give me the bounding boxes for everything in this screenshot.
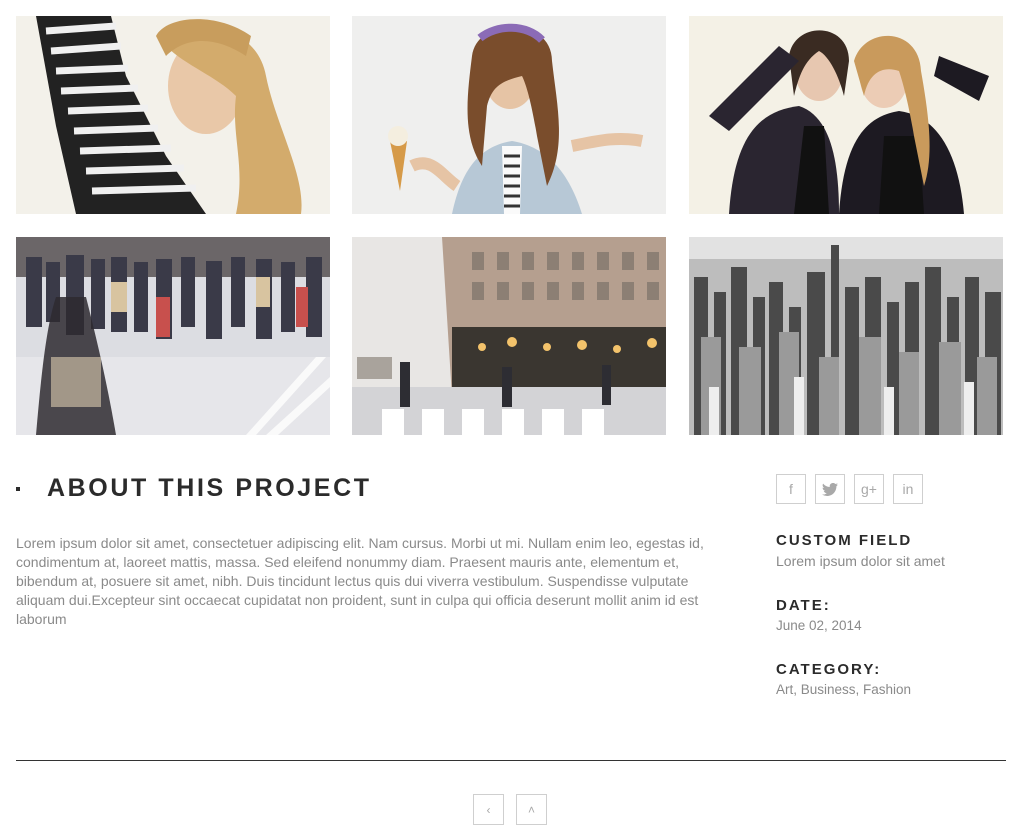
custom-field-value: Lorem ipsum dolor sit amet (776, 553, 945, 569)
googleplus-icon[interactable]: g+ (854, 474, 884, 504)
gallery-image-city-aerial[interactable] (689, 237, 1003, 435)
linkedin-icon[interactable]: in (893, 474, 923, 504)
crowd-image (16, 237, 330, 435)
meta-custom-field: CUSTOM FIELD Lorem ipsum dolor sit amet (776, 532, 1006, 569)
about-project-description: Lorem ipsum dolor sit amet, consectetuer… (16, 535, 704, 627)
ice-cream-image (352, 16, 666, 214)
social-share-buttons: f g+ in (776, 474, 923, 504)
gallery-image-crowd-street[interactable] (16, 237, 330, 435)
city-street-image (352, 237, 666, 435)
gallery-image-portrait-striped-shirt[interactable] (16, 16, 330, 214)
about-project-title: ABOUT THIS PROJECT (47, 474, 372, 502)
facebook-icon[interactable]: f (776, 474, 806, 504)
section-divider (16, 760, 1006, 761)
back-to-portfolio-button[interactable]: ˄ (516, 794, 547, 825)
category-label: CATEGORY: (776, 661, 882, 678)
about-project-heading: ABOUT THIS PROJECT (16, 474, 372, 503)
gallery-image-girl-ice-cream[interactable] (352, 16, 666, 214)
portrait-image (16, 16, 330, 214)
project-gallery (16, 16, 1003, 436)
gallery-image-two-girls[interactable] (689, 16, 1003, 214)
heading-bullet (16, 486, 20, 491)
twitter-icon[interactable] (815, 474, 845, 504)
meta-category: CATEGORY: Art, Business, Fashion (776, 661, 1006, 697)
chevron-up-icon: ˄ (527, 802, 535, 817)
date-label: DATE: (776, 597, 831, 614)
two-girls-image (689, 16, 1003, 214)
meta-date: DATE: June 02, 2014 (776, 597, 1006, 633)
chevron-left-icon: ‹ (486, 802, 491, 817)
custom-field-label: CUSTOM FIELD (776, 532, 913, 549)
gallery-image-city-street[interactable] (352, 237, 666, 435)
date-value: June 02, 2014 (776, 618, 862, 633)
city-aerial-image (689, 237, 1003, 435)
previous-project-button[interactable]: ‹ (473, 794, 504, 825)
category-value[interactable]: Art, Business, Fashion (776, 682, 1006, 697)
twitter-bird-icon (822, 482, 838, 496)
